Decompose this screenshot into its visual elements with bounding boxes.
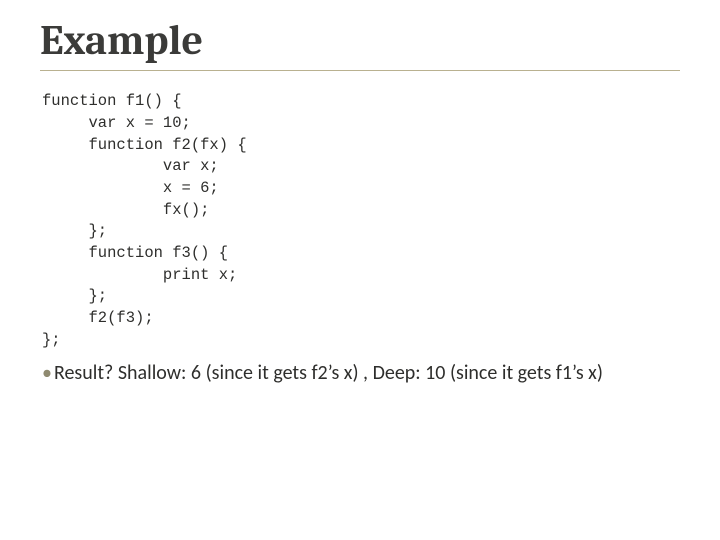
bullet-icon: •: [42, 361, 52, 386]
result-text: Result? Shallow: 6 (since it gets f2’s x…: [54, 361, 603, 385]
result-line: •Result? Shallow: 6 (since it gets f2’s …: [42, 361, 678, 386]
slide: Example function f1() { var x = 10; func…: [0, 0, 720, 540]
slide-title: Example: [40, 18, 680, 71]
code-block: function f1() { var x = 10; function f2(…: [42, 91, 680, 351]
